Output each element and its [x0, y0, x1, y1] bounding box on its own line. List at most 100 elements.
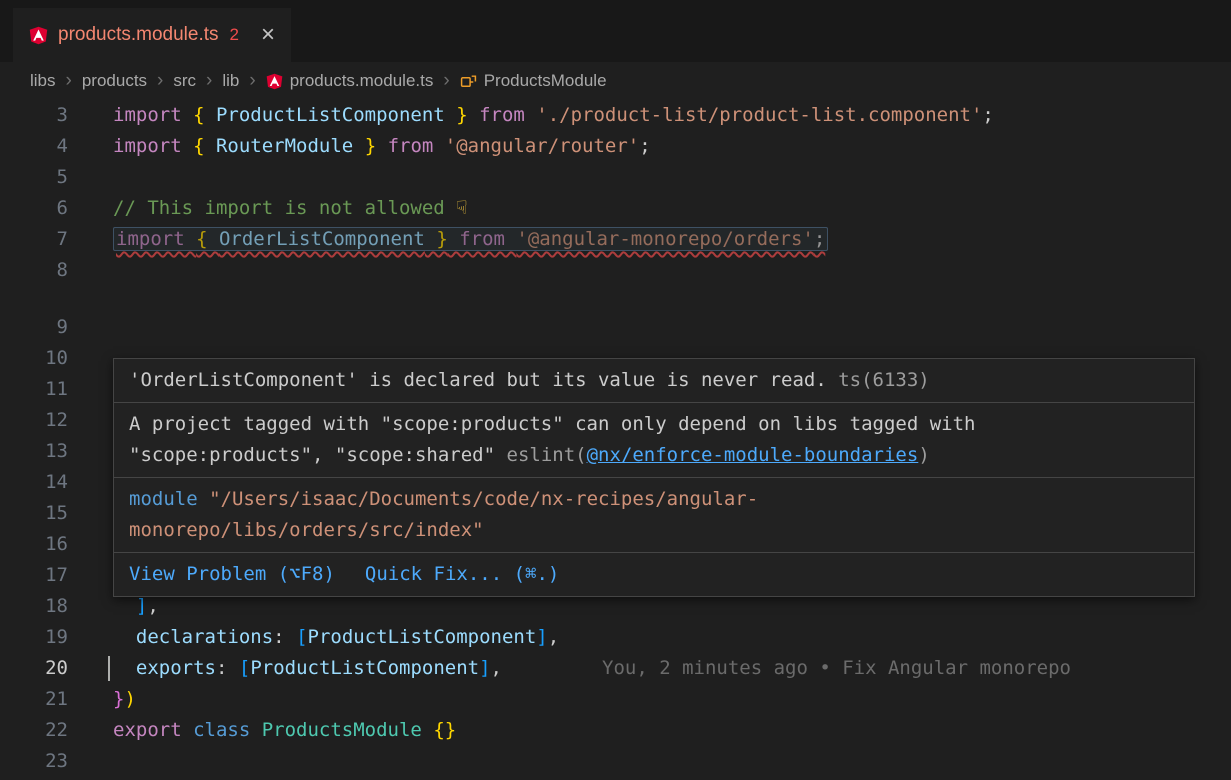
line-number: 6: [0, 193, 68, 224]
token: import: [113, 135, 193, 157]
tab-products-module[interactable]: products.module.ts 2 ×: [13, 8, 291, 62]
close-icon[interactable]: ×: [261, 23, 275, 47]
token: {: [193, 104, 216, 126]
code-line-21[interactable]: 21}): [0, 684, 1231, 715]
code-line-20[interactable]: 20 exports: [ProductListComponent],You, …: [0, 653, 1231, 684]
code-line-22[interactable]: 22 export class ProductsModule {}: [0, 715, 1231, 746]
module-path-text: monorepo/libs/orders/src/index": [129, 519, 484, 541]
breadcrumb-item-products-module-ts[interactable]: products.module.ts: [266, 71, 434, 91]
line-number: 10: [0, 343, 68, 374]
code-line-content[interactable]: import { ProductListComponent } from './…: [113, 100, 1231, 131]
breadcrumb-item-productsmodule[interactable]: ProductsModule: [460, 71, 607, 91]
line-number: 17: [0, 560, 68, 591]
token: ): [124, 688, 135, 710]
code-line-content[interactable]: [113, 312, 1231, 343]
flagged-import-statement: import { OrderListComponent } from '@ang…: [113, 227, 828, 251]
line-number: 14: [0, 467, 68, 498]
tab-label: products.module.ts: [58, 24, 219, 46]
breadcrumb: libs›products›src›lib›products.module.ts…: [0, 62, 1231, 100]
code-line-6[interactable]: 6 // This import is not allowed ☟: [0, 193, 1231, 224]
editor[interactable]: 3 import { ProductListComponent } from '.…: [0, 100, 1231, 777]
token: [113, 626, 136, 648]
token: }: [113, 688, 124, 710]
token: './product-list/product-list.component': [536, 104, 982, 126]
code-line-content[interactable]: import { OrderListComponent } from '@ang…: [113, 224, 1231, 255]
code-line-23[interactable]: 23: [0, 746, 1231, 777]
breadcrumb-item-products[interactable]: products: [82, 71, 147, 91]
hover-ts-message: 'OrderListComponent' is declared but its…: [114, 359, 1194, 402]
code-line-content[interactable]: [113, 746, 1231, 777]
breadcrumb-separator: ›: [156, 70, 164, 92]
code-text: import { ProductListComponent } from './…: [113, 104, 994, 126]
quick-fix-button[interactable]: Quick Fix... (⌘.): [365, 559, 559, 590]
code-line-7[interactable]: 7import { OrderListComponent } from '@an…: [0, 224, 1231, 255]
line-number: 19: [0, 622, 68, 653]
error-hover-popup: 'OrderListComponent' is declared but its…: [113, 358, 1195, 597]
code-text: export class ProductsModule {}: [113, 719, 456, 741]
token: {}: [433, 719, 456, 741]
code-line-content[interactable]: export class ProductsModule {}: [113, 715, 1231, 746]
module-keyword: module: [129, 488, 198, 510]
eslint-scopes-text: "scope:products", "scope:shared": [129, 444, 495, 466]
token: import: [113, 104, 193, 126]
code-line-content[interactable]: }): [113, 684, 1231, 715]
code-line-8[interactable]: 8: [0, 255, 1231, 286]
hover-actions-bar: View Problem (⌥F8) Quick Fix... (⌘.): [114, 553, 1194, 596]
angular-icon: [29, 26, 48, 45]
code-line-4[interactable]: 4import { RouterModule } from '@angular/…: [0, 131, 1231, 162]
code-line-content[interactable]: // This import is not allowed ☟: [113, 193, 1231, 224]
module-path-text: "/Users/isaac/Documents/code/nx-recipes/…: [209, 488, 758, 510]
token: // This import is not allowed: [113, 197, 456, 219]
code-text: ],: [113, 595, 159, 617]
token: import: [116, 228, 196, 250]
token: ;: [639, 135, 650, 157]
hover-module-info: module "/Users/isaac/Documents/code/nx-r…: [114, 478, 1194, 552]
token: ,: [147, 595, 158, 617]
token: ☟: [456, 197, 467, 219]
token: OrderListComponent: [219, 228, 425, 250]
code-line-content[interactable]: [113, 162, 1231, 193]
token: }: [425, 228, 448, 250]
line-number: 21: [0, 684, 68, 715]
module-path-line2: monorepo/libs/orders/src/index": [129, 515, 1179, 546]
code-text: // This import is not allowed ☟: [113, 197, 468, 219]
token: ;: [982, 104, 993, 126]
breadcrumb-separator: ›: [248, 70, 256, 92]
breadcrumb-item-libs[interactable]: libs: [30, 71, 56, 91]
breadcrumb-separator: ›: [65, 70, 73, 92]
code-line-content[interactable]: [113, 255, 1231, 286]
breadcrumb-item-lib[interactable]: lib: [222, 71, 239, 91]
line-number: 22: [0, 715, 68, 746]
code-text: declarations: [ProductListComponent],: [113, 626, 559, 648]
line-number: 11: [0, 374, 68, 405]
code-line-19[interactable]: 19 declarations: [ProductListComponent],: [0, 622, 1231, 653]
breadcrumb-item-src[interactable]: src: [173, 71, 196, 91]
code-line-3[interactable]: 3 import { ProductListComponent } from '.…: [0, 100, 1231, 131]
token: from: [448, 228, 517, 250]
code-line-5[interactable]: 5: [0, 162, 1231, 193]
token: }: [445, 104, 468, 126]
code-line-content[interactable]: declarations: [ProductListComponent],: [113, 622, 1231, 653]
module-path-line1: module "/Users/isaac/Documents/code/nx-r…: [129, 484, 1179, 515]
hover-eslint-message: A project tagged with "scope:products" c…: [114, 403, 1194, 477]
token: from: [376, 135, 445, 157]
class-icon: [460, 73, 477, 90]
token: ]: [536, 626, 547, 648]
code-line-content[interactable]: exports: [ProductListComponent],You, 2 m…: [113, 653, 1231, 684]
code-line-content[interactable]: import { RouterModule } from '@angular/r…: [113, 131, 1231, 162]
token: ,: [491, 657, 502, 679]
line-number: 15: [0, 498, 68, 529]
line-number: 23: [0, 746, 68, 777]
token: '@angular-monorepo/orders': [516, 228, 813, 250]
eslint-source-suffix: ): [918, 444, 929, 466]
line-number: 5: [0, 162, 68, 193]
token: ProductsModule: [262, 719, 434, 741]
line-number: 8: [0, 255, 68, 286]
token: class: [193, 719, 262, 741]
eslint-rule-link[interactable]: @nx/enforce-module-boundaries: [587, 444, 919, 466]
line-number: 3: [0, 100, 68, 131]
token: :: [216, 657, 239, 679]
token: RouterModule: [216, 135, 353, 157]
code-line-9[interactable]: 9: [0, 312, 1231, 343]
view-problem-button[interactable]: View Problem (⌥F8): [129, 559, 335, 590]
